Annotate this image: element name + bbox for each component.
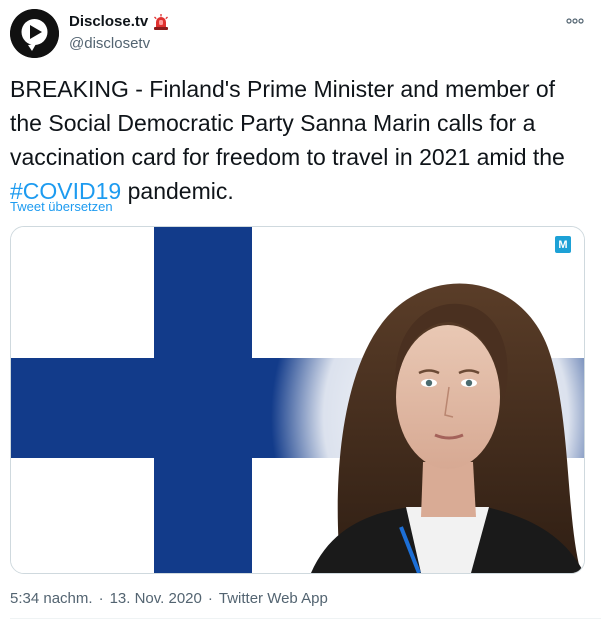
tweet-time[interactable]: 5:34 nachm.: [10, 590, 93, 607]
meta-separator-2: ·: [207, 590, 213, 607]
more-options-button[interactable]: [565, 14, 585, 28]
more-dots-icon: [566, 18, 584, 24]
author-handle[interactable]: @disclosetv: [69, 35, 150, 52]
media-badge-letter: M: [558, 239, 567, 251]
tweet-text: BREAKING - Finland's Prime Minister and …: [10, 72, 585, 208]
tweet-meta: 5:34 nachm. · 13. Nov. 2020 · Twitter We…: [10, 590, 328, 607]
avatar[interactable]: [10, 9, 59, 58]
finnish-flag-portrait-photo: M: [11, 227, 584, 573]
tweet-date[interactable]: 13. Nov. 2020: [110, 590, 202, 607]
meta-separator: ·: [98, 590, 104, 607]
police-siren-icon: [153, 13, 169, 30]
tweet-text-end: pandemic.: [121, 178, 234, 204]
divider: [10, 618, 601, 619]
translate-tweet-link[interactable]: Tweet übersetzen: [10, 199, 113, 214]
tweet-card: Disclose.tv @disclosetv BREAKING - Finla…: [0, 0, 601, 620]
tweet-media-image[interactable]: M: [10, 226, 585, 574]
disclose-tv-logo-icon: [10, 9, 59, 58]
author-name-line[interactable]: Disclose.tv: [69, 13, 169, 30]
tweet-text-body: BREAKING - Finland's Prime Minister and …: [10, 76, 565, 170]
author-display-name[interactable]: Disclose.tv: [69, 13, 148, 30]
tweet-source[interactable]: Twitter Web App: [219, 590, 328, 607]
